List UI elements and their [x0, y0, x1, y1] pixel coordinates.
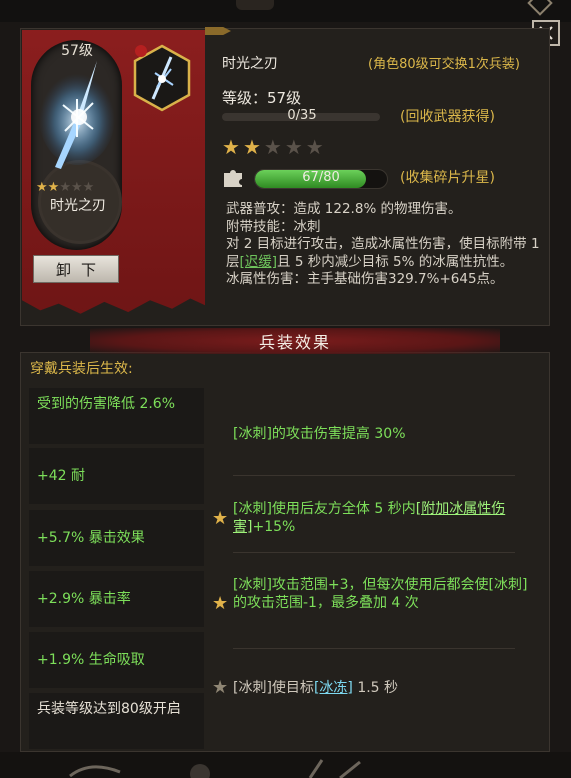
weapon-level-text: 等级：57级: [222, 89, 302, 107]
star-icon: ★: [70, 180, 83, 195]
recycle-note: (回收武器获得): [400, 109, 495, 125]
star-icon: ★: [242, 135, 264, 159]
exchange-note: (角色80级可交换1次兵装): [368, 57, 520, 72]
star-icon: ★: [284, 135, 306, 159]
effect-item: [冰刺]攻击范围+3，但每次使用后都会使[冰刺]的攻击范围-1，最多叠加 4 次: [233, 577, 528, 611]
star-icon: ★: [36, 180, 48, 195]
freeze-status-link[interactable]: [冰冻]: [314, 680, 353, 696]
star-icon: ★: [212, 677, 229, 698]
fragment-progress-text: 67/80: [302, 170, 340, 185]
slow-status-link[interactable]: [迟缓]: [240, 254, 278, 270]
effects-subhead: 穿戴兵装后生效:: [30, 361, 133, 377]
top-ornament: [236, 0, 274, 10]
equipment-slot-icons: [69, 759, 361, 778]
attribute-row: +5.7% 暴击效果: [29, 510, 204, 566]
attribute-row: +42 耐: [29, 448, 204, 504]
rank-star-rating: ★★★★★: [222, 135, 327, 159]
card-star-rating: ★★★★★: [36, 180, 120, 195]
attribute-row: 受到的伤害降低 2.6%: [29, 388, 204, 444]
star-icon: ★: [263, 135, 285, 159]
star-icon: ★: [212, 508, 229, 529]
weapon-description: 武器普攻：造成 122.8% 的物理伤害。 附带技能：冰刺 对 2 目标进行攻击…: [226, 201, 544, 289]
star-icon: ★: [59, 180, 71, 195]
star-icon: ★: [82, 180, 95, 195]
weapon-title: 时光之刃: [222, 56, 278, 72]
desc-line: 冰属性伤害：主手基础伤害329.7%+645点。: [226, 271, 504, 287]
effect-divider: [233, 552, 515, 553]
hex-badge-icon: [133, 44, 191, 112]
star-icon: ★: [47, 180, 60, 195]
unequip-button[interactable]: 卸下: [33, 255, 119, 283]
desc-text: 且 5 秒内减少目标 5% 的冰属性抗性。: [277, 253, 514, 270]
top-bar: [0, 0, 571, 22]
effect-text: 1.5 秒: [352, 680, 399, 696]
attribute-row-locked: 兵装等级达到80级开启: [29, 693, 204, 749]
collect-note: (收集碎片升星): [400, 170, 495, 186]
ice-blade-icon: [39, 61, 115, 169]
desc-line: 对 2 目标进行攻击，造成冰属性伤害，使目标附带 1 层[迟缓]且 5 秒内减少…: [226, 236, 544, 271]
effect-divider: [233, 475, 515, 476]
effects-section-title: 兵装效果: [90, 328, 500, 354]
effect-item: [冰刺]的攻击伤害提高 30%: [233, 426, 406, 442]
attribute-row: +1.9% 生命吸取: [29, 632, 204, 688]
exp-progress-text: 0/35: [287, 108, 317, 123]
effect-text: [冰刺]使目标: [233, 680, 314, 696]
star-icon: ★: [212, 593, 229, 614]
effect-item: [冰刺]使用后友方全体 5 秒内[附加冰属性伤害]+15%: [233, 500, 533, 536]
effect-text: [冰刺]使用后友方全体 5 秒内: [233, 501, 416, 517]
effect-divider: [233, 648, 515, 649]
star-icon: ★: [222, 135, 243, 159]
star-icon: ★: [305, 135, 327, 159]
attribute-row: +2.9% 暴击率: [29, 571, 204, 627]
effect-item-locked: [冰刺]使目标[冰冻] 1.5 秒: [233, 679, 533, 697]
effect-text: +15%: [252, 519, 296, 535]
desc-line: 附带技能：冰刺: [226, 218, 321, 235]
desc-line: 武器普攻：造成 122.8% 的物理伤害。: [226, 201, 462, 217]
puzzle-icon: [224, 170, 242, 187]
weapon-card-name: 时光之刃: [50, 198, 106, 214]
